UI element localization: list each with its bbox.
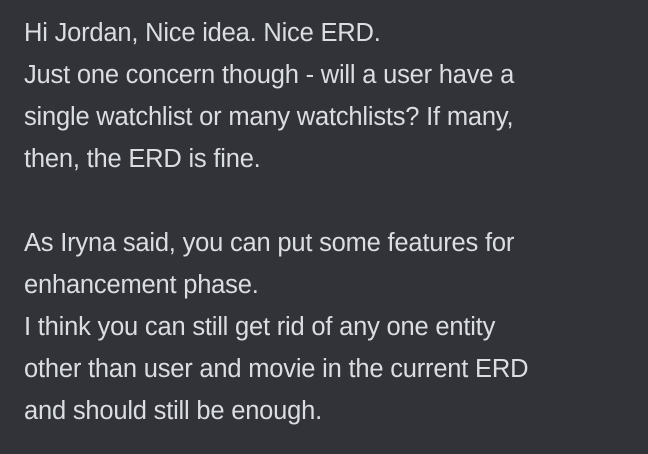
message-line: and should still be enough. (24, 397, 322, 425)
message-line: I think you can still get rid of any one… (24, 313, 496, 341)
message-line: single watchlist or many watchlists? If … (24, 103, 514, 131)
message-line: other than user and movie in the current… (24, 355, 529, 383)
chat-message: Hi Jordan, Nice idea. Nice ERD. Just one… (24, 12, 529, 432)
message-line: As Iryna said, you can put some features… (24, 229, 515, 257)
message-line: Hi Jordan, Nice idea. Nice ERD. (24, 19, 381, 47)
message-line: enhancement phase. (24, 271, 259, 299)
message-line: Just one concern though - will a user ha… (24, 61, 515, 89)
message-line: then, the ERD is fine. (24, 145, 261, 173)
